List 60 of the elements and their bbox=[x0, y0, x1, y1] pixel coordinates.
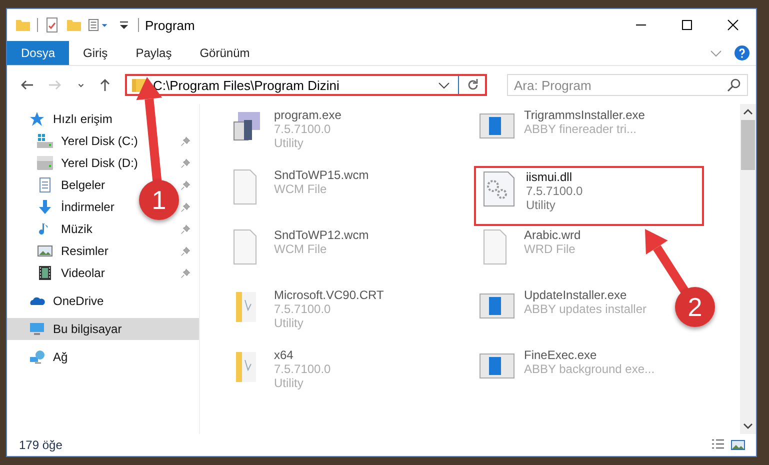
search-field[interactable]: Ara: Program bbox=[507, 74, 748, 96]
ribbon-tab[interactable]: Dosya bbox=[7, 41, 70, 65]
file-detail: 7.5.7100.0 bbox=[274, 302, 332, 316]
window-title: Program bbox=[145, 18, 196, 32]
ribbon-tab[interactable]: Paylaş bbox=[122, 41, 186, 65]
film-icon bbox=[37, 265, 53, 281]
sidebar-item[interactable]: Yerel Disk (C:) bbox=[37, 133, 138, 149]
file-detail: Utility bbox=[526, 198, 556, 212]
file-detail: 7.5.7100.0 bbox=[274, 122, 332, 136]
help-icon[interactable] bbox=[734, 45, 750, 61]
file-detail: ABBY background exe... bbox=[524, 362, 655, 376]
file-detail: Utility bbox=[274, 376, 304, 390]
item-count: 179 öğe bbox=[19, 438, 62, 452]
file-detail: ABBY updates installer bbox=[524, 302, 647, 316]
search-icon bbox=[726, 77, 742, 93]
file-detail: 7.5.7100.0 bbox=[274, 362, 331, 376]
large-icons-view-icon[interactable] bbox=[730, 437, 746, 453]
network-icon bbox=[29, 349, 45, 365]
sidebar-item[interactable]: OneDrive bbox=[29, 293, 104, 309]
file-name[interactable]: SndToWP15.wcm bbox=[274, 168, 369, 182]
file-name[interactable]: UpdateInstaller.exe bbox=[524, 288, 647, 302]
drive-icon bbox=[37, 155, 53, 171]
file-detail: 7.5.7100.0 bbox=[526, 184, 583, 198]
address-field[interactable]: C:\Program Files\Program Dizini bbox=[125, 74, 487, 96]
file-detail: WCM File bbox=[274, 182, 328, 196]
file-name[interactable]: FineExec.exe bbox=[524, 348, 655, 362]
picture-icon bbox=[37, 243, 53, 259]
view-dropdown-icon[interactable] bbox=[88, 17, 110, 33]
ribbon-tab[interactable]: Giriş bbox=[69, 41, 122, 65]
file-detail: WRD File bbox=[524, 242, 576, 256]
file-name[interactable]: x64 bbox=[274, 348, 331, 362]
sidebar-item[interactable]: İndirmeler bbox=[37, 199, 114, 215]
document-icon bbox=[37, 177, 53, 193]
sidebar-item[interactable]: Resimler bbox=[37, 243, 108, 259]
drive-icon bbox=[37, 133, 53, 149]
sidebar-item[interactable]: Ağ bbox=[29, 349, 68, 365]
file-detail: Utility bbox=[274, 136, 304, 150]
scrollbar-thumb[interactable] bbox=[741, 120, 755, 170]
file-name[interactable]: SndToWP12.wcm bbox=[274, 228, 369, 242]
sidebar-item[interactable]: Müzik bbox=[37, 221, 92, 237]
step-badge: 2 bbox=[675, 287, 715, 327]
monitor-icon bbox=[29, 321, 45, 337]
ribbon-tab[interactable]: Görünüm bbox=[186, 41, 264, 65]
step-badge: 1 bbox=[139, 180, 179, 220]
file-name[interactable]: iismui.dll bbox=[526, 170, 583, 184]
file-detail: ABBY finereader tri... bbox=[524, 122, 638, 136]
sidebar-item[interactable]: Bu bilgisayar bbox=[29, 321, 122, 337]
file-name[interactable]: Microsoft.VC90.CRT bbox=[274, 288, 384, 302]
file-name[interactable]: TrigrammsInstaller.exe bbox=[524, 108, 645, 122]
sidebar-item[interactable]: Belgeler bbox=[37, 177, 106, 193]
star-icon bbox=[29, 111, 45, 127]
file-detail: Utility bbox=[274, 316, 304, 330]
sidebar-item[interactable]: Yerel Disk (D:) bbox=[37, 155, 138, 171]
download-arrow-icon bbox=[37, 199, 53, 215]
file-detail: WCM File bbox=[274, 242, 328, 256]
sidebar-item[interactable]: Videolar bbox=[37, 265, 105, 281]
sidebar-item[interactable]: Hızlı erişim bbox=[29, 111, 112, 127]
file-name[interactable]: Arabic.wrd bbox=[524, 228, 581, 242]
properties-icon[interactable] bbox=[44, 17, 60, 33]
file-name[interactable]: program.exe bbox=[274, 108, 342, 122]
